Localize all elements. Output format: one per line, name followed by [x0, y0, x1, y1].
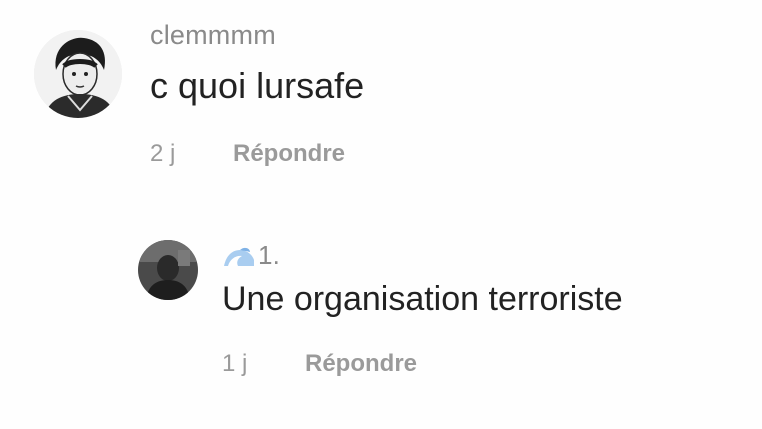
- comment-age: 2 j: [150, 140, 176, 167]
- reply-text: Une organisation terroriste: [222, 280, 623, 318]
- avatar[interactable]: [34, 30, 122, 118]
- comment-thread: clemmmm c quoi lursafe 2 j Répondre 1. U…: [0, 0, 762, 429]
- comment-text: c quoi lursafe: [150, 65, 365, 106]
- reply-age: 1 j: [222, 350, 248, 377]
- comment: clemmmm c quoi lursafe 2 j Répondre: [0, 0, 762, 190]
- reply-button[interactable]: Répondre: [233, 140, 345, 168]
- comment-username[interactable]: clemmmm: [150, 20, 276, 51]
- reply-avatar[interactable]: [138, 240, 198, 300]
- reply-comment: 1. Une organisation terroriste 1 j Répon…: [0, 220, 762, 420]
- wave-emoji-icon: [222, 244, 256, 268]
- reply-username[interactable]: 1.: [258, 240, 280, 271]
- avatar-photo-icon: [138, 240, 198, 300]
- avatar-drawing-icon: [34, 30, 122, 118]
- reply-reply-button[interactable]: Répondre: [305, 350, 417, 378]
- reply-username-row[interactable]: 1.: [222, 240, 280, 271]
